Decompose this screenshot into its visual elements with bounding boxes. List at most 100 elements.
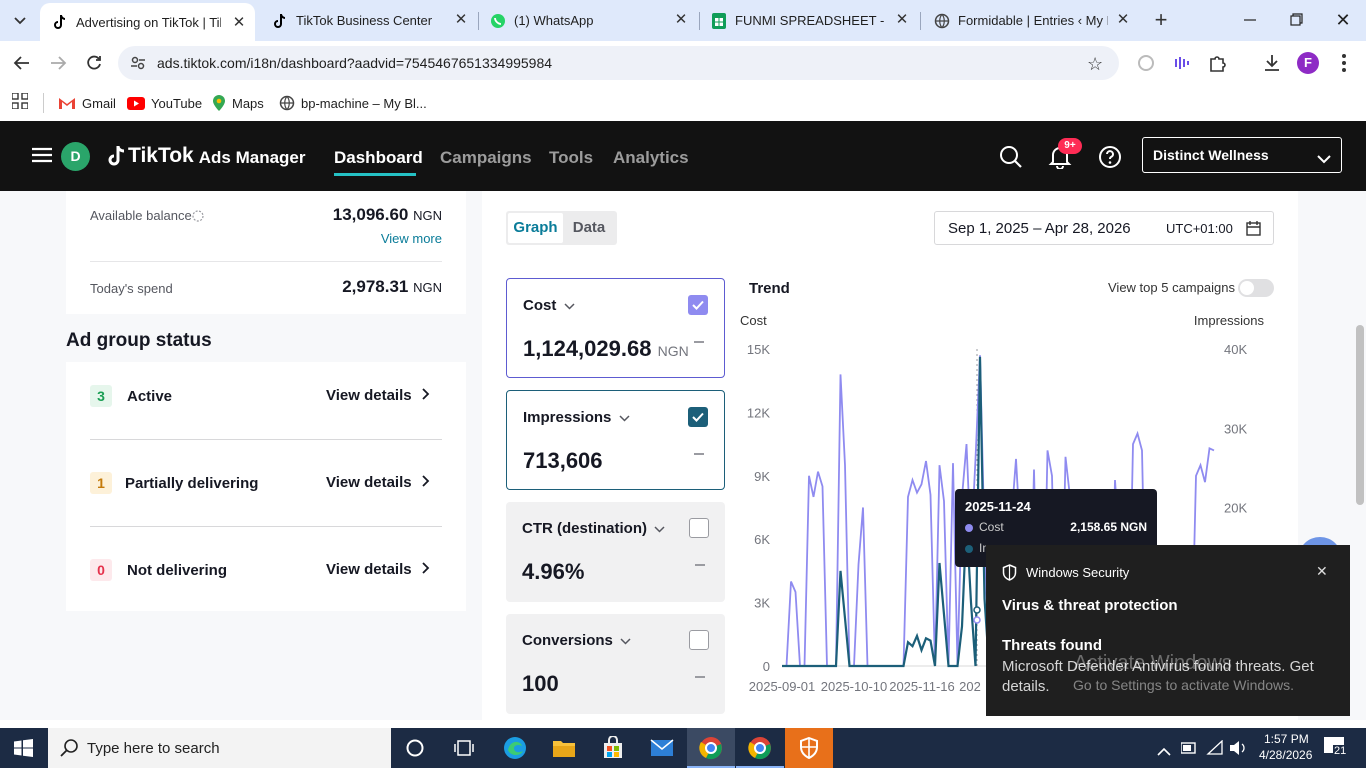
graph-tab[interactable]: Graph xyxy=(508,213,563,243)
file-explorer-icon[interactable] xyxy=(552,737,576,764)
search-icon[interactable] xyxy=(999,145,1023,174)
cortana-icon[interactable] xyxy=(406,739,424,762)
metric-card-impressions[interactable]: Impressions 713,606 xyxy=(506,390,725,490)
browser-toolbar: ads.tiktok.com/i18n/dashboard?aadvid=754… xyxy=(0,41,1366,85)
view-details-partial[interactable]: View details xyxy=(326,474,430,491)
bookmark-gmail[interactable]: Gmail xyxy=(58,92,116,114)
account-name: Distinct Wellness xyxy=(1153,147,1269,163)
nav-tools[interactable]: Tools xyxy=(549,148,593,168)
store-icon[interactable] xyxy=(601,735,625,765)
tab-search-button[interactable] xyxy=(10,11,30,31)
new-tab-button[interactable]: + xyxy=(1150,9,1172,31)
account-select[interactable]: Distinct Wellness xyxy=(1142,137,1342,173)
view-more-link[interactable]: View more xyxy=(381,231,442,246)
metric-checkbox[interactable] xyxy=(689,518,709,538)
edge-icon[interactable] xyxy=(503,736,527,765)
toast-app-name: Windows Security xyxy=(1026,565,1130,580)
bookmark-bp-machine[interactable]: bp-machine – My Bl... xyxy=(279,92,427,114)
site-info-icon[interactable] xyxy=(130,55,146,76)
info-icon[interactable] xyxy=(192,209,204,227)
bookmark-youtube[interactable]: YouTube xyxy=(127,92,202,114)
tiktok-logo[interactable]: TikTok Ads Manager xyxy=(108,143,306,169)
taskbar-search[interactable]: Type here to search xyxy=(48,728,391,768)
close-icon[interactable]: ✕ xyxy=(894,12,910,28)
wifi-icon[interactable] xyxy=(1206,739,1224,761)
bookmarks-bar: Gmail YouTube Maps bp-machine – My Bl... xyxy=(0,85,1366,121)
windows-logo-icon xyxy=(14,739,33,757)
view-details-active[interactable]: View details xyxy=(326,387,430,404)
tab-spreadsheet[interactable]: FUNMI SPREADSHEET - Goo ✕ xyxy=(703,0,918,41)
page-scrollbar[interactable] xyxy=(1356,325,1364,505)
chevron-up-icon[interactable] xyxy=(1157,743,1171,761)
windows-security-notification[interactable]: Windows Security ✕ Virus & threat protec… xyxy=(986,545,1350,716)
metric-name[interactable]: Conversions xyxy=(522,632,631,649)
puzzle-icon[interactable] xyxy=(1206,51,1230,75)
security-app-icon[interactable] xyxy=(785,728,833,768)
bookmark-label: Maps xyxy=(232,95,264,111)
action-center-icon[interactable]: 21 xyxy=(1323,736,1349,760)
audio-extension-icon[interactable] xyxy=(1170,51,1194,75)
battery-icon[interactable] xyxy=(1180,741,1197,760)
metric-checkbox-checked[interactable] xyxy=(688,407,708,427)
apps-grid-icon[interactable] xyxy=(11,92,29,112)
reload-button[interactable] xyxy=(82,51,106,75)
download-icon[interactable] xyxy=(1260,51,1284,75)
chrome-icon[interactable] xyxy=(736,728,784,768)
tab-formidable[interactable]: Formidable | Entries ‹ My Blo ✕ xyxy=(924,0,1139,41)
tab-title: Formidable | Entries ‹ My Blo xyxy=(958,13,1108,28)
mail-icon[interactable] xyxy=(650,738,674,763)
forward-button[interactable] xyxy=(46,51,70,75)
clock-date[interactable]: 4/28/2026 xyxy=(1259,748,1312,762)
nav-campaigns[interactable]: Campaigns xyxy=(440,148,532,168)
metric-name[interactable]: Cost xyxy=(523,297,575,314)
minimize-icon xyxy=(1244,19,1256,21)
tab-tiktok-ads[interactable]: Advertising on TikTok | TikTok ✕ xyxy=(40,3,255,41)
metric-name[interactable]: Impressions xyxy=(523,409,630,426)
metric-name[interactable]: CTR (destination) xyxy=(522,520,665,537)
clock-time[interactable]: 1:57 PM xyxy=(1264,732,1309,746)
data-tab[interactable]: Data xyxy=(563,213,615,243)
close-icon[interactable]: ✕ xyxy=(1115,12,1131,28)
nav-analytics[interactable]: Analytics xyxy=(613,148,689,168)
date-range-picker[interactable]: Sep 1, 2025 – Apr 28, 2026 UTC+01:00 xyxy=(934,211,1274,245)
metric-card-ctr[interactable]: CTR (destination) 4.96% xyxy=(506,502,725,602)
hamburger-menu-icon[interactable] xyxy=(32,147,52,163)
bookmark-star-icon[interactable]: ☆ xyxy=(1087,54,1103,75)
restore-button[interactable] xyxy=(1286,12,1306,28)
start-button[interactable] xyxy=(14,739,33,762)
toast-heading: Virus & threat protection xyxy=(1002,597,1178,614)
left-tick-label: 6K xyxy=(754,532,770,547)
tab-business-center[interactable]: TikTok Business Center ✕ xyxy=(262,0,477,41)
task-view-icon[interactable] xyxy=(454,739,474,762)
address-bar[interactable]: ads.tiktok.com/i18n/dashboard?aadvid=754… xyxy=(118,46,1119,80)
extension-icon[interactable] xyxy=(1134,51,1158,75)
metric-card-cost[interactable]: Cost 1,124,029.68 NGN xyxy=(506,278,725,378)
close-icon[interactable]: ✕ xyxy=(673,12,689,28)
bookmark-label: bp-machine – My Bl... xyxy=(301,95,427,111)
bookmark-maps[interactable]: Maps xyxy=(212,92,264,114)
close-icon[interactable]: ✕ xyxy=(231,15,247,31)
close-window-button[interactable]: ✕ xyxy=(1333,10,1353,30)
arrow-left-icon xyxy=(13,56,29,70)
tab-title: (1) WhatsApp xyxy=(514,13,594,28)
chrome-icon-active[interactable] xyxy=(687,728,735,768)
close-icon[interactable]: ✕ xyxy=(453,12,469,28)
metric-checkbox-checked[interactable] xyxy=(688,295,708,315)
close-icon[interactable]: ✕ xyxy=(1316,563,1328,580)
tab-whatsapp[interactable]: (1) WhatsApp ✕ xyxy=(482,0,697,41)
chevron-down-icon xyxy=(620,638,631,645)
profile-avatar[interactable]: F xyxy=(1297,52,1319,74)
minimize-button[interactable] xyxy=(1240,12,1260,28)
account-avatar[interactable]: D xyxy=(61,142,90,171)
volume-icon[interactable] xyxy=(1229,740,1247,761)
metric-card-conversions[interactable]: Conversions 100 xyxy=(506,614,725,714)
metric-value: 100 xyxy=(522,671,559,696)
nav-dashboard[interactable]: Dashboard xyxy=(334,148,423,168)
right-tick-label: 40K xyxy=(1224,342,1247,357)
view-details-not-delivering[interactable]: View details xyxy=(326,561,430,578)
back-button[interactable] xyxy=(10,51,34,75)
metric-checkbox[interactable] xyxy=(689,630,709,650)
top5-toggle[interactable] xyxy=(1238,279,1274,297)
kebab-menu-icon[interactable] xyxy=(1336,52,1352,74)
help-icon[interactable] xyxy=(1098,145,1122,174)
